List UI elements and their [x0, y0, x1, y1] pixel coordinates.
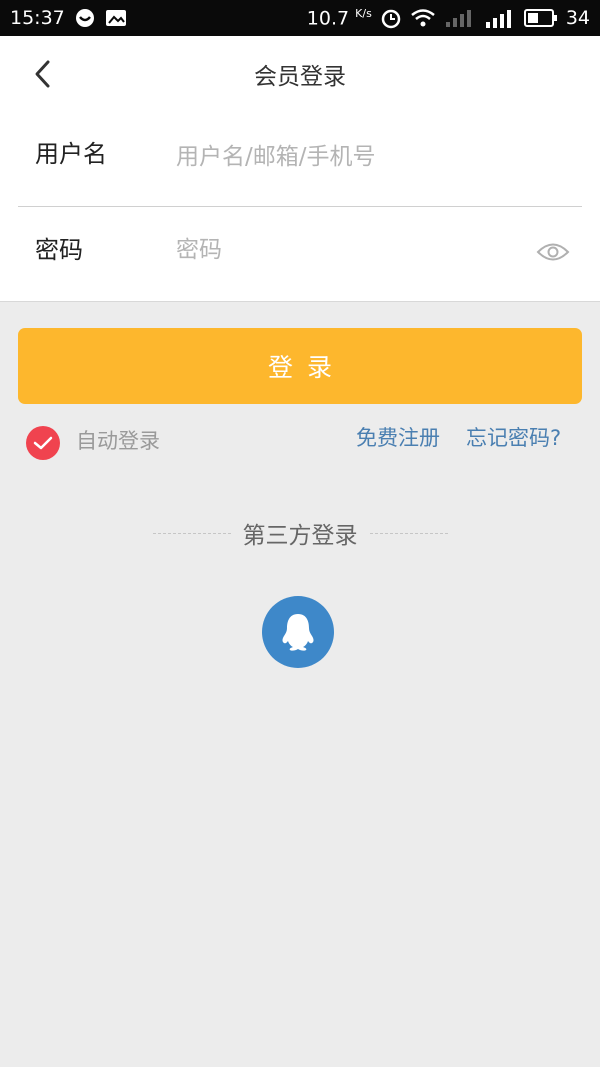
auto-login-toggle[interactable]: 自动登录 — [26, 420, 160, 460]
auto-login-label: 自动登录 — [76, 429, 160, 453]
divider-line-right — [369, 532, 448, 534]
check-icon — [33, 436, 53, 450]
signal-4g-icon — [482, 7, 516, 29]
username-input[interactable] — [176, 137, 516, 177]
signal-weak-icon — [444, 8, 474, 28]
status-time: 15:37 — [10, 7, 65, 29]
wifi-icon — [410, 8, 436, 28]
password-row: 密码 — [18, 208, 582, 303]
status-bar: 15:37 10.7 K/s 34 — [0, 0, 600, 36]
password-label: 密码 — [35, 236, 83, 264]
show-password-button[interactable] — [535, 238, 571, 266]
alarm-icon — [380, 7, 402, 29]
image-notification-icon — [105, 9, 127, 27]
page-title: 会员登录 — [254, 64, 346, 90]
eye-icon — [536, 243, 570, 261]
username-label: 用户名 — [35, 140, 107, 168]
battery-icon — [523, 8, 558, 27]
speed-value: 10.7 — [306, 7, 350, 30]
app-notification-icon — [75, 8, 95, 28]
divider-line-left — [152, 532, 231, 534]
status-left: 15:37 — [10, 7, 127, 29]
forgot-password-link[interactable]: 忘记密码? — [466, 422, 561, 452]
login-button[interactable]: 登录 — [18, 328, 582, 404]
auto-login-checkbox[interactable] — [26, 426, 60, 460]
network-speed: 10.7 K/s — [307, 7, 372, 29]
header: 会员登录 — [0, 36, 600, 112]
password-input[interactable] — [176, 230, 516, 270]
speed-unit: K/s — [355, 6, 372, 20]
battery-level: 34 — [565, 6, 590, 29]
status-right: 10.7 K/s 34 — [307, 7, 590, 29]
qq-penguin-icon — [282, 614, 314, 651]
third-party-divider: 第三方登录 — [0, 515, 600, 551]
qq-login-button[interactable] — [262, 596, 334, 668]
username-row: 用户名 — [18, 112, 582, 207]
login-form: 用户名 密码 — [0, 112, 600, 302]
chevron-left-icon — [35, 60, 50, 88]
back-button[interactable] — [26, 56, 58, 92]
register-link[interactable]: 免费注册 — [356, 422, 440, 452]
third-party-label: 第三方登录 — [242, 523, 358, 549]
